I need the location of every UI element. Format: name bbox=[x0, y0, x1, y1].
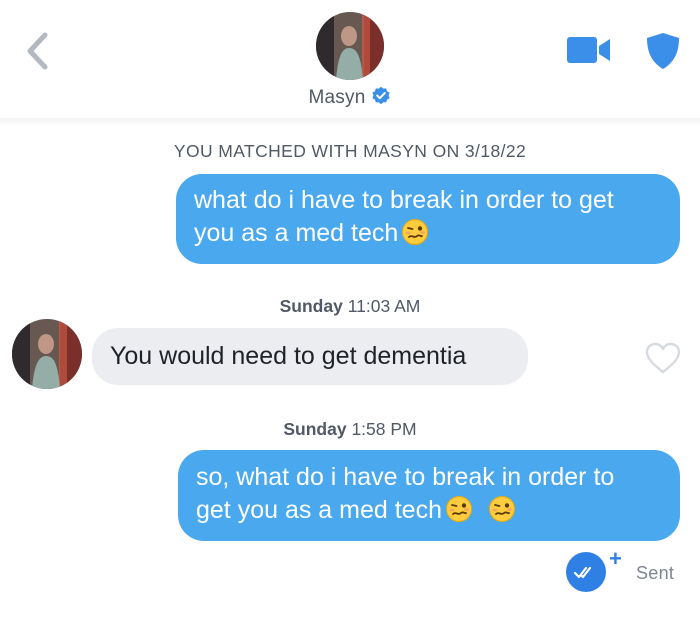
timestamp: Sunday 1:58 PM bbox=[283, 419, 417, 439]
avatar-photo bbox=[12, 319, 82, 389]
timestamp: Sunday 11:03 AM bbox=[279, 296, 421, 316]
video-call-button[interactable] bbox=[566, 34, 612, 66]
woozy-face-emoji bbox=[402, 219, 429, 245]
verified-badge-icon bbox=[372, 86, 391, 105]
video-camera-icon bbox=[567, 37, 610, 63]
match-avatar[interactable] bbox=[316, 12, 384, 80]
message-text: You would need to get dementia bbox=[110, 342, 467, 370]
chat-screen: Masyn YOU MATCHED WITH MASYN ON 3/18/22 … bbox=[0, 0, 700, 619]
shield-icon bbox=[647, 33, 679, 69]
header-divider bbox=[0, 118, 700, 126]
safety-button[interactable] bbox=[645, 32, 681, 70]
chat-header: Masyn bbox=[0, 0, 700, 120]
woozy-face-emoji bbox=[445, 496, 472, 522]
like-message-button[interactable] bbox=[644, 341, 682, 375]
woozy-face-emoji bbox=[488, 496, 515, 522]
sent-status: Sent bbox=[636, 563, 675, 583]
back-button[interactable] bbox=[18, 28, 58, 74]
heart-outline-icon bbox=[645, 342, 681, 374]
message-line: so, what do i have to break in order to bbox=[196, 463, 615, 491]
plus-icon[interactable]: + bbox=[609, 548, 622, 570]
message-line: you as a med tech bbox=[194, 217, 664, 250]
double-check-icon bbox=[573, 566, 592, 579]
match-banner: YOU MATCHED WITH MASYN ON 3/18/22 bbox=[173, 141, 527, 161]
avatar-photo bbox=[316, 12, 384, 80]
outgoing-message[interactable]: so, what do i have to break in order to … bbox=[178, 450, 680, 541]
message-line: get you as a med tech bbox=[196, 494, 664, 527]
read-receipt-badge[interactable] bbox=[566, 552, 606, 592]
outgoing-message[interactable]: what do i have to break in order to get … bbox=[176, 174, 680, 264]
chevron-left-icon bbox=[27, 32, 48, 70]
match-name: Masyn bbox=[308, 87, 366, 108]
sender-avatar[interactable] bbox=[12, 319, 82, 389]
message-line: what do i have to break in order to get bbox=[194, 186, 614, 214]
header-title: Masyn bbox=[0, 86, 700, 109]
incoming-message[interactable]: You would need to get dementia bbox=[92, 328, 528, 385]
